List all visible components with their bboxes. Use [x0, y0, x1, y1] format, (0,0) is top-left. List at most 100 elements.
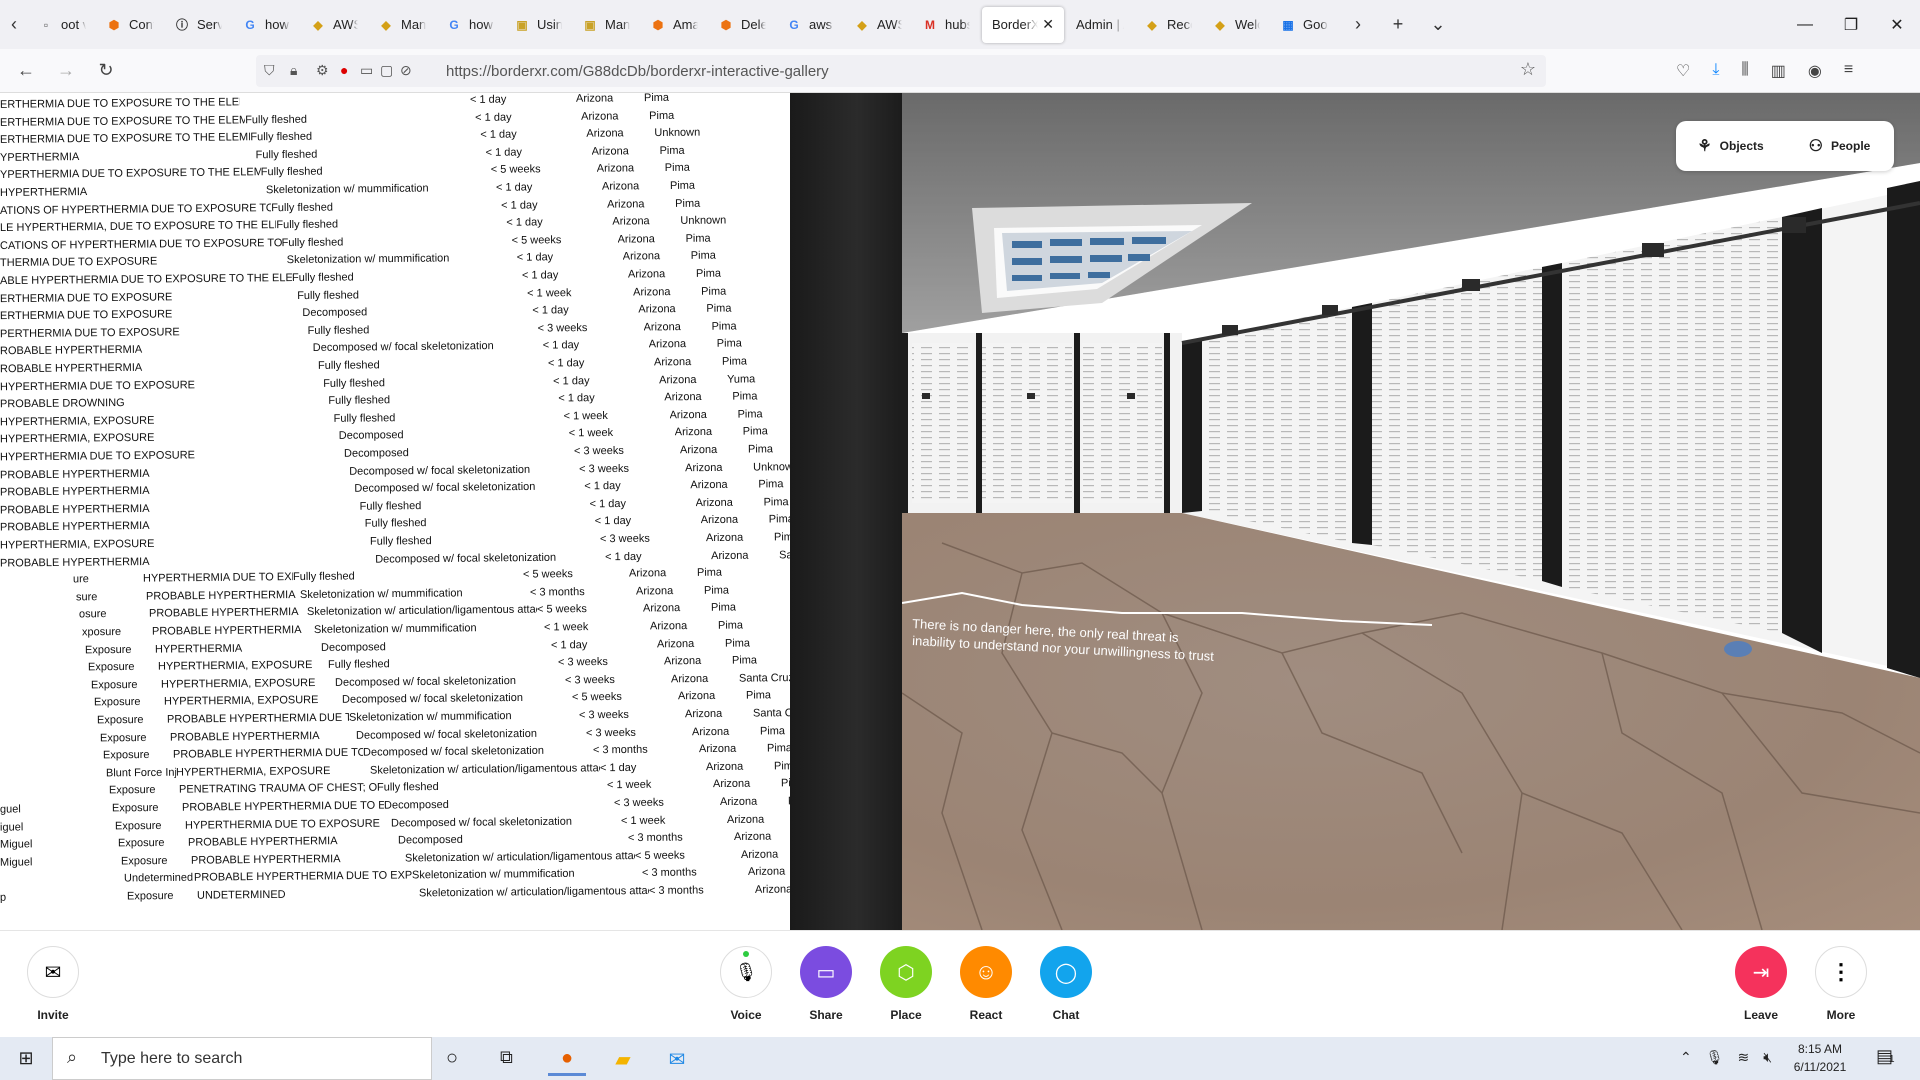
- listing-cause: HYPERTHERMIA, EXPOSURE: [163, 694, 319, 709]
- browser-tab[interactable]: ◆Welco: [1202, 7, 1270, 43]
- browser-tab[interactable]: Gaws cl: [776, 7, 844, 43]
- menu-icon[interactable]: ≡: [1844, 61, 1853, 81]
- pocket-icon[interactable]: ♡: [1676, 61, 1690, 81]
- forward-button[interactable]: →: [48, 55, 84, 87]
- listing-state: Arizona: [575, 93, 614, 105]
- taskbar-search-box[interactable]: ⌕ Type here to search: [52, 1037, 432, 1080]
- minimize-button[interactable]: —: [1782, 0, 1828, 49]
- lock-icon[interactable]: 🔒︎: [290, 62, 297, 79]
- notification-center-icon[interactable]: ▤1: [1876, 1046, 1895, 1067]
- windows-start-icon[interactable]: ⊞: [0, 1037, 52, 1080]
- close-window-button[interactable]: ✕: [1874, 0, 1920, 49]
- listing-state: Arizona: [648, 338, 687, 351]
- listing-county-prefix: guel: [0, 803, 21, 816]
- new-tab-button[interactable]: +: [1378, 7, 1418, 43]
- place-button[interactable]: ⬡ Place: [871, 946, 941, 1022]
- leave-button[interactable]: ⇥ Leave: [1726, 946, 1796, 1022]
- sidebar-icon[interactable]: ▥: [1771, 61, 1786, 81]
- wifi-icon[interactable]: ≋: [1738, 1049, 1750, 1066]
- listing-county-prefix: [0, 697, 94, 715]
- objects-button[interactable]: ⚘ Objects: [1676, 121, 1785, 171]
- browser-tab[interactable]: ◆Mana: [368, 7, 436, 43]
- permissions-icon[interactable]: ⚙: [316, 62, 329, 79]
- chat-button[interactable]: ◯ Chat: [1031, 946, 1101, 1022]
- listing-county: Pima: [758, 478, 784, 491]
- bookmark-star-icon[interactable]: ☆: [1520, 59, 1536, 80]
- list-all-tabs-button[interactable]: ⌄: [1418, 7, 1458, 43]
- browser-tab[interactable]: Ghow t: [232, 7, 300, 43]
- listing-interval: < 5 weeks: [571, 691, 622, 704]
- listing-interval: < 1 day: [589, 497, 627, 511]
- browser-tab[interactable]: Mhubs: [912, 7, 980, 43]
- browser-tab[interactable]: ◆Recon: [1134, 7, 1202, 43]
- back-button[interactable]: ←: [8, 55, 44, 87]
- share-button[interactable]: ▭ Share: [791, 946, 861, 1022]
- listing-interval: < 3 months: [529, 585, 585, 599]
- listing-category: Exposure: [111, 801, 159, 815]
- book-icon: ▣: [584, 17, 596, 32]
- browser-tab[interactable]: BorderX ✕: [982, 6, 1064, 43]
- browser-tab[interactable]: ⓘServer: [164, 7, 232, 43]
- file-explorer-icon[interactable]: ▰: [604, 1043, 642, 1076]
- cortana-icon[interactable]: ○: [446, 1047, 458, 1070]
- tab-scroll-left-button[interactable]: ‹: [0, 7, 28, 43]
- camera-icon[interactable]: ▭: [360, 62, 373, 79]
- browser-tab[interactable]: ◆AWS T: [300, 7, 368, 43]
- mail-icon[interactable]: ✉: [658, 1043, 696, 1076]
- browser-tab[interactable]: ▣Manag: [572, 7, 640, 43]
- browser-tab[interactable]: ▫ oot v: [28, 7, 96, 43]
- teleport-marker[interactable]: [1724, 641, 1752, 657]
- clock[interactable]: 8:15 AM 6/11/2021: [1788, 1040, 1852, 1076]
- reload-button[interactable]: ↻: [88, 55, 124, 87]
- volume-muted-icon[interactable]: 🔇︎: [1763, 1049, 1772, 1066]
- microphone-icon[interactable]: ●: [340, 62, 348, 78]
- listing-cause: PROBABLE HYPERTHERMIA: [187, 835, 338, 849]
- listing-state: Arizona: [653, 356, 692, 369]
- invite-button[interactable]: ✉ Invite: [18, 946, 88, 1022]
- screen-share-icon[interactable]: ▢: [380, 62, 393, 79]
- browser-tab[interactable]: ◆AWS T: [844, 7, 912, 43]
- browser-tab[interactable]: ▦Googl: [1270, 7, 1338, 43]
- browser-tab[interactable]: Ghow t: [436, 7, 504, 43]
- envelope-icon: ✉: [27, 946, 79, 998]
- tab-scroll-right-button[interactable]: ›: [1338, 7, 1378, 43]
- browser-tab[interactable]: ⬢Amaz: [640, 7, 708, 43]
- listing-cause: HYPERTHERMIA: [154, 642, 243, 656]
- task-view-icon[interactable]: ⧉: [500, 1047, 513, 1068]
- listing-county-prefix: [0, 626, 82, 644]
- firefox-icon[interactable]: ●: [548, 1043, 586, 1076]
- aws-cube-icon: ⬢: [652, 17, 664, 32]
- room-render: There is no danger here, the only real t…: [902, 93, 1920, 930]
- show-hidden-icons-chevron[interactable]: ⌃: [1680, 1049, 1692, 1066]
- listing-cause: HYPERTHERMIA, EXPOSURE: [160, 676, 316, 691]
- browser-tab[interactable]: Admin | A: [1066, 7, 1134, 43]
- browser-tab[interactable]: ▣Using: [504, 7, 572, 43]
- browser-tab[interactable]: ⬢Conte: [96, 7, 164, 43]
- listing-state: Arizona: [684, 707, 723, 721]
- listing-cause: YPERTHERMIA DUE TO EXPOSURE TO THE ELEME…: [0, 166, 261, 182]
- restore-button[interactable]: ❐: [1828, 0, 1874, 49]
- voice-button[interactable]: 🎙︎ Voice: [711, 946, 781, 1022]
- url-bar[interactable]: ⛉ 🔒︎ ⚙ ● ▭ ▢ ⊘ https://borderxr.com/G88d…: [256, 55, 1546, 87]
- listing-state: Arizona: [685, 461, 723, 474]
- microphone-tray-icon[interactable]: 🎙︎: [1706, 1049, 1724, 1066]
- listing-interval: < 1 day: [469, 93, 507, 106]
- shield-icon[interactable]: ⛉: [264, 62, 275, 79]
- book-icon: ▣: [516, 17, 528, 32]
- listing-county-prefix: p: [0, 891, 7, 904]
- listing-category: Exposure: [117, 837, 165, 850]
- listing-county: Pima: [745, 689, 772, 702]
- more-button[interactable]: ⋮ More: [1806, 946, 1876, 1022]
- downloads-icon[interactable]: ⤓: [1712, 61, 1719, 81]
- close-tab-icon[interactable]: ✕: [1042, 16, 1054, 33]
- listing-interval: < 3 weeks: [579, 462, 630, 475]
- 3d-gallery-viewport[interactable]: ERTHERMIA DUE TO EXPOSURE TO THE ELEMENT…: [0, 93, 1920, 930]
- browser-tab[interactable]: ⬢Delete: [708, 7, 776, 43]
- react-button[interactable]: ☺ React: [951, 946, 1021, 1022]
- library-icon[interactable]: ⫼: [1741, 61, 1748, 81]
- account-icon[interactable]: ◉: [1808, 61, 1822, 81]
- listing-category: ure: [72, 573, 89, 586]
- autoplay-blocked-icon[interactable]: ⊘: [400, 62, 412, 79]
- people-button[interactable]: ⚇ People: [1785, 121, 1894, 171]
- listing-interval: < 1 day: [553, 374, 590, 388]
